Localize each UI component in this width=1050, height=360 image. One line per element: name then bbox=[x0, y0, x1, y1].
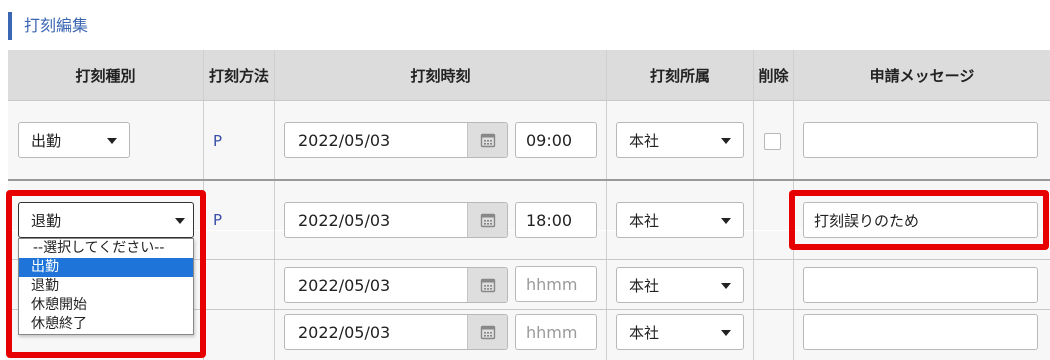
request-message-input[interactable]: 打刻誤りのため bbox=[803, 202, 1038, 238]
affiliation-select[interactable]: 本社 bbox=[616, 267, 744, 303]
grid-divider bbox=[753, 50, 754, 360]
column-header-type: 打刻種別 bbox=[8, 50, 203, 100]
dropdown-option[interactable]: --選択してください-- bbox=[19, 239, 193, 258]
punch-time-input[interactable]: hhmm bbox=[515, 314, 597, 350]
affiliation-value: 本社 bbox=[629, 131, 660, 150]
punch-date-value: 2022/05/03 bbox=[298, 210, 391, 230]
dropdown-option[interactable]: 休憩開始 bbox=[19, 296, 193, 315]
grid-divider bbox=[606, 50, 607, 360]
punch-time-input[interactable]: 18:00 bbox=[515, 202, 597, 238]
column-header-affiliation: 打刻所属 bbox=[607, 50, 753, 100]
punch-date-value: 2022/05/03 bbox=[298, 322, 391, 342]
request-message-input[interactable] bbox=[803, 267, 1038, 303]
affiliation-select[interactable]: 本社 bbox=[616, 122, 744, 158]
column-header-message: 申請メッセージ bbox=[794, 50, 1050, 100]
chevron-down-icon bbox=[721, 330, 731, 336]
punch-date-value: 2022/05/03 bbox=[298, 130, 391, 150]
request-message-input[interactable] bbox=[803, 314, 1038, 350]
punch-type-dropdown-list[interactable]: --選択してください-- 出勤 退勤 休憩開始 休憩終了 bbox=[18, 238, 194, 335]
dropdown-option-highlighted[interactable]: 出勤 bbox=[19, 258, 193, 277]
affiliation-value: 本社 bbox=[629, 211, 660, 230]
calendar-icon bbox=[480, 133, 495, 148]
delete-checkbox[interactable] bbox=[764, 133, 781, 150]
grid-divider bbox=[793, 50, 794, 360]
date-picker-button[interactable] bbox=[467, 123, 507, 157]
column-header-time: 打刻時刻 bbox=[275, 50, 606, 100]
punch-time-input[interactable]: 09:00 bbox=[515, 122, 597, 158]
column-header-method: 打刻方法 bbox=[204, 50, 274, 100]
date-picker-button[interactable] bbox=[467, 315, 507, 349]
affiliation-value: 本社 bbox=[629, 276, 660, 295]
punch-method: P bbox=[213, 132, 223, 150]
section-title: 打刻編集 bbox=[8, 12, 88, 40]
punch-method: P bbox=[213, 211, 223, 229]
grid-divider bbox=[203, 50, 204, 360]
chevron-down-icon bbox=[721, 283, 731, 289]
date-picker-button[interactable] bbox=[467, 203, 507, 237]
punch-date-field[interactable]: 2022/05/03 bbox=[284, 267, 508, 303]
punch-date-field[interactable]: 2022/05/03 bbox=[284, 314, 508, 350]
punch-date-field[interactable]: 2022/05/03 bbox=[284, 122, 508, 158]
row-group-divider bbox=[8, 179, 1050, 181]
punch-date-field[interactable]: 2022/05/03 bbox=[284, 202, 508, 238]
chevron-down-icon bbox=[107, 138, 117, 144]
grid-divider bbox=[274, 50, 275, 360]
punch-type-select[interactable]: 退勤 bbox=[18, 202, 194, 238]
date-picker-button[interactable] bbox=[467, 268, 507, 302]
chevron-down-icon bbox=[721, 218, 731, 224]
punch-type-value: 出勤 bbox=[31, 131, 62, 150]
calendar-icon bbox=[480, 325, 495, 340]
affiliation-value: 本社 bbox=[629, 323, 660, 342]
chevron-down-icon bbox=[175, 218, 185, 224]
punch-date-value: 2022/05/03 bbox=[298, 275, 391, 295]
punch-type-value: 退勤 bbox=[31, 211, 62, 230]
calendar-icon bbox=[480, 278, 495, 293]
request-message-input[interactable] bbox=[803, 122, 1038, 158]
affiliation-select[interactable]: 本社 bbox=[616, 314, 744, 350]
chevron-down-icon bbox=[721, 138, 731, 144]
column-header-delete: 削除 bbox=[754, 50, 793, 100]
grid-divider bbox=[8, 100, 1050, 101]
dropdown-option[interactable]: 退勤 bbox=[19, 277, 193, 296]
calendar-icon bbox=[480, 213, 495, 228]
punch-type-select[interactable]: 出勤 bbox=[18, 122, 130, 158]
dropdown-option[interactable]: 休憩終了 bbox=[19, 315, 193, 334]
affiliation-select[interactable]: 本社 bbox=[616, 202, 744, 238]
punch-time-input[interactable]: hhmm bbox=[515, 266, 597, 302]
